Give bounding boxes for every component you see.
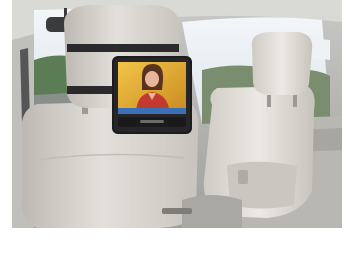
headrest-post-left: [267, 95, 271, 107]
scene: [0, 0, 349, 280]
seat-tab: [238, 170, 248, 184]
seat-lever: [162, 208, 192, 214]
player-logo-strip: [140, 120, 164, 123]
right-margin: [342, 0, 349, 280]
anchor-face-front: [145, 71, 159, 87]
blank-caption-area: [12, 228, 342, 280]
left-margin: [0, 0, 12, 280]
player-strap-top: [67, 44, 179, 52]
car-photo: [12, 0, 342, 228]
car-interior-image: [12, 0, 342, 228]
headrest-post-right: [293, 95, 297, 107]
news-ticker: [118, 108, 186, 114]
passenger-headrest: [251, 32, 313, 95]
